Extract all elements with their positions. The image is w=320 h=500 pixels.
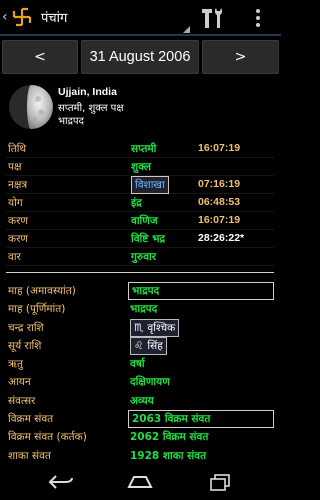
table-row: माह (अमावस्यांत) भाद्रपद	[6, 282, 274, 300]
row-label: चन्द्र राशि	[8, 321, 44, 334]
month-text: भाद्रपद	[58, 116, 84, 127]
table-row: करण विष्टि भद्र 28:26:22*	[6, 230, 274, 248]
spinner-dropdown-icon[interactable]	[183, 26, 190, 33]
row-label: विक्रम संवत	[8, 413, 54, 426]
table-row: ऋतु वर्षा	[6, 355, 274, 373]
table-row: शाका संवत 1928 शाका संवत	[6, 447, 274, 465]
app-title[interactable]: पंचांग	[41, 8, 67, 26]
panchang-table: तिथि सप्तमी 16:07:19 पक्ष शुक्ल नक्षत्र …	[6, 140, 274, 266]
row-label: विक्रम संवत (कर्तक)	[8, 431, 87, 444]
next-day-button[interactable]: >	[202, 40, 279, 74]
row-label: सूर्य राशि	[8, 339, 42, 352]
row-value: विष्टि भद्र	[131, 233, 166, 245]
date-navigation: < 31 August 2006 >	[0, 40, 281, 76]
row-label: आयन	[8, 376, 31, 389]
table-row: नक्षत्र विशाखा 07:16:19	[6, 176, 274, 194]
row-value: सप्तमी	[131, 143, 157, 155]
row-label: पक्ष	[8, 161, 22, 173]
row-label: माह (अमावस्यांत)	[8, 285, 76, 297]
tools-icon[interactable]	[200, 6, 226, 30]
row-value-link[interactable]: 2063 विक्रम संवत	[128, 410, 274, 429]
divider	[6, 272, 274, 273]
table-row: करण वाणिज 16:07:19	[6, 212, 274, 230]
moon-phase-icon	[9, 85, 53, 129]
swastika-icon[interactable]	[11, 6, 33, 28]
table-row: विक्रम संवत 2063 विक्रम संवत	[6, 410, 274, 429]
row-label: ऋतु	[8, 358, 23, 371]
row-label: नक्षत्र	[8, 179, 28, 191]
back-icon[interactable]	[48, 473, 74, 491]
overflow-menu-icon[interactable]	[255, 8, 261, 28]
row-label: वार	[8, 251, 21, 263]
row-value: वाणिज	[131, 215, 158, 227]
place-name: Ujjain, India	[58, 86, 117, 98]
table-row: आयन दक्षिणायण	[6, 373, 274, 391]
row-time: 16:07:19	[198, 214, 241, 226]
row-label: करण	[8, 233, 28, 245]
row-time: 16:07:19	[198, 142, 241, 154]
row-time: 06:48:53	[198, 196, 241, 208]
details-table: माह (अमावस्यांत) भाद्रपद माह (पूर्णिमांत…	[6, 282, 274, 465]
row-value: भाद्रपद	[130, 303, 158, 316]
tithi-paksha-text: सप्तमी, शुक्ल पक्ष	[58, 103, 124, 114]
row-label: तिथि	[8, 143, 27, 155]
row-label: करण	[8, 215, 28, 227]
row-label: योग	[8, 197, 23, 209]
moon-sign-link[interactable]: ♏ वृश्चिक	[130, 318, 180, 337]
scorpio-icon: ♏	[134, 321, 144, 334]
sun-sign-link[interactable]: ♌ सिंह	[130, 336, 167, 355]
row-value-link[interactable]: भाद्रपद	[128, 282, 274, 300]
row-value: दक्षिणायण	[130, 376, 170, 389]
recent-apps-icon[interactable]	[208, 473, 232, 491]
row-value-link[interactable]: विशाखा	[131, 176, 169, 194]
sun-sign-value: सिंह	[147, 339, 163, 352]
row-value: 1928 शाका संवत	[130, 449, 207, 462]
row-label: शाका संवत	[8, 449, 51, 462]
row-label: संवत्सर	[8, 394, 36, 407]
row-value: 2062 विक्रम संवत	[130, 431, 209, 444]
row-value: वर्षा	[130, 358, 145, 371]
row-time: 28:26:22*	[198, 232, 245, 244]
row-time: 07:16:19	[198, 178, 241, 190]
table-row: सूर्य राशि ♌ सिंह	[6, 336, 274, 355]
action-bar: ‹ पंचांग	[0, 0, 281, 36]
row-value: इंद्र	[131, 197, 142, 209]
table-row: योग इंद्र 06:48:53	[6, 194, 274, 212]
table-row: माह (पूर्णिमांत) भाद्रपद	[6, 300, 274, 318]
table-row: विक्रम संवत (कर्तक) 2062 विक्रम संवत	[6, 428, 274, 446]
previous-day-button[interactable]: <	[2, 40, 78, 74]
date-button[interactable]: 31 August 2006	[81, 40, 199, 74]
table-row: पक्ष शुक्ल	[6, 158, 274, 176]
table-row: तिथि सप्तमी 16:07:19	[6, 140, 274, 158]
leo-icon: ♌	[134, 339, 144, 352]
home-icon[interactable]	[126, 473, 154, 491]
location-info: Ujjain, India सप्तमी, शुक्ल पक्ष भाद्रपद	[8, 82, 273, 132]
table-row: वार गुरुवार	[6, 248, 274, 266]
row-value: गुरुवार	[131, 251, 157, 263]
table-row: संवत्सर अव्यय	[6, 392, 274, 410]
row-label: माह (पूर्णिमांत)	[8, 303, 66, 316]
up-chevron-icon[interactable]: ‹	[2, 9, 10, 25]
system-navigation-bar	[0, 465, 281, 500]
row-value: अव्यय	[130, 394, 154, 407]
table-row: चन्द्र राशि ♏ वृश्चिक	[6, 318, 274, 337]
moon-sign-value: वृश्चिक	[147, 321, 176, 334]
row-value: शुक्ल	[131, 161, 151, 173]
